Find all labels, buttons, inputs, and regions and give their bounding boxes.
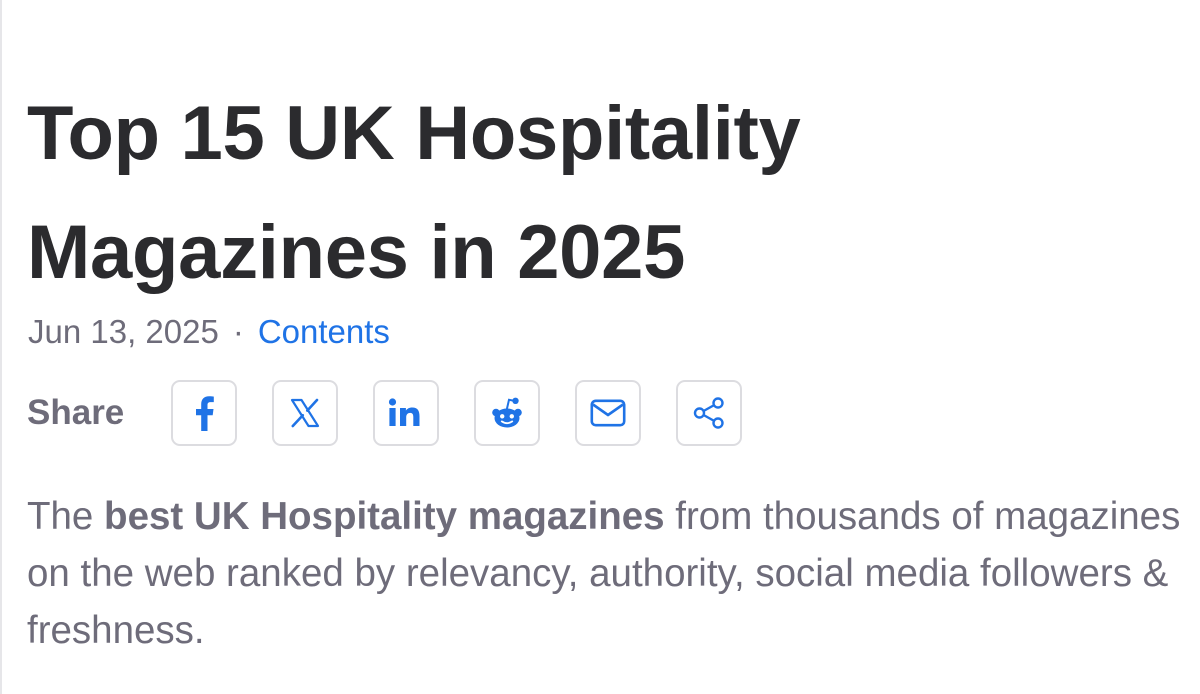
x-icon (290, 398, 320, 428)
linkedin-icon (388, 398, 424, 428)
intro-paragraph: The best UK Hospitality magazines from t… (27, 488, 1187, 659)
mail-icon (590, 399, 626, 427)
page-title: Top 15 UK Hospitality Magazines in 2025 (27, 91, 801, 295)
share-bar: Share (27, 380, 777, 446)
share-email-button[interactable] (575, 380, 641, 446)
article-meta: Jun 13, 2025 · Contents (28, 310, 390, 354)
facebook-icon (193, 395, 215, 431)
share-more-button[interactable] (676, 380, 742, 446)
share-linkedin-button[interactable] (373, 380, 439, 446)
share-reddit-button[interactable] (474, 380, 540, 446)
intro-highlight: best UK Hospitality magazines (104, 495, 665, 538)
meta-separator: · (232, 313, 244, 350)
share-x-button[interactable] (272, 380, 338, 446)
publish-date: Jun 13, 2025 (28, 313, 219, 350)
reddit-icon (490, 396, 524, 430)
share-icon (692, 397, 726, 429)
contents-link[interactable]: Contents (258, 313, 390, 350)
intro-lead: The (27, 495, 105, 538)
page-left-border (0, 0, 2, 694)
share-facebook-button[interactable] (171, 380, 237, 446)
share-label: Share (27, 393, 125, 432)
